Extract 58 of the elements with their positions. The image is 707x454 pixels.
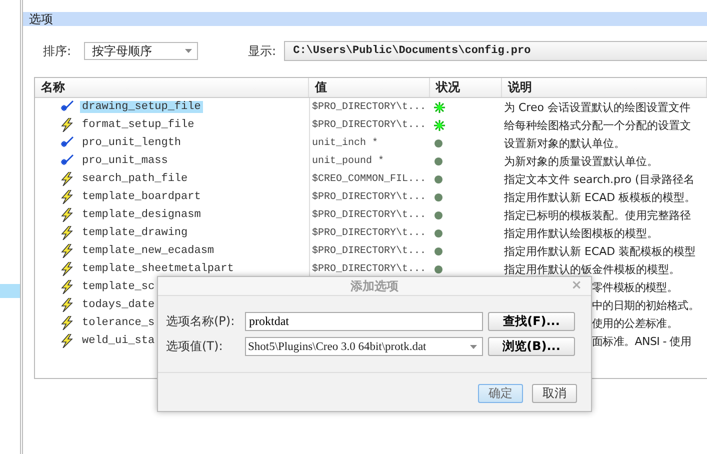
option-description: 使用的公差标准。 <box>592 316 678 330</box>
section-title: 选项 <box>29 12 53 26</box>
option-value: $CREO_COMMON_FIL... <box>309 170 430 188</box>
option-description: 指定用作默认绘图模板的模型。 <box>503 226 659 242</box>
option-name[interactable]: pro_unit_length <box>80 137 184 149</box>
caret-icon <box>185 49 192 53</box>
option-name-field[interactable]: proktdat <box>245 312 483 331</box>
option-description: 指定用作默认的钣金件模板的模型。 <box>503 262 681 278</box>
column-header[interactable]: 状况 <box>430 78 502 97</box>
option-name[interactable]: pro_unit_mass <box>80 155 170 167</box>
option-value-label: 选项值(T): <box>166 338 224 355</box>
option-value: $PRO_DIRECTORY\t... <box>309 98 430 116</box>
option-name[interactable]: todays_date <box>80 299 157 311</box>
option-description: 零件模板的模型。 <box>592 280 678 294</box>
option-name[interactable]: tolerance_s <box>80 317 157 329</box>
option-value: $PRO_DIRECTORY\t... <box>309 224 430 242</box>
option-description: 指定用作默认新 ECAD 板模板的模型。 <box>503 190 697 206</box>
sidebar-selection[interactable] <box>0 284 20 298</box>
option-description: 给每种绘图格式分配一个分配的设置文 <box>503 118 692 134</box>
option-name[interactable]: template_new_ecadasm <box>80 245 216 257</box>
option-description: 为 Creo 会话设置默认的绘图设置文件 <box>503 100 692 116</box>
option-name[interactable]: weld_ui_sta <box>80 335 157 347</box>
option-value: unit_pound * <box>309 152 430 170</box>
option-value: $PRO_DIRECTORY\t... <box>309 206 430 224</box>
option-description: 指定已标明的模板装配。使用完整路径 <box>503 208 692 224</box>
option-name[interactable]: drawing_setup_file <box>80 101 203 113</box>
option-value: $PRO_DIRECTORY\t... <box>309 242 430 260</box>
option-value: unit_inch * <box>309 134 430 152</box>
browse-button[interactable]: 浏览(B)... <box>488 337 575 356</box>
option-value: $PRO_DIRECTORY\t... <box>309 188 430 206</box>
option-description: 指定用作默认新 ECAD 装配模板的模型 <box>503 244 697 260</box>
column-header[interactable]: 值 <box>309 78 430 97</box>
option-name-label: 选项名称(P): <box>166 313 236 330</box>
cancel-button[interactable]: 取消 <box>532 384 577 403</box>
option-description: 设置新对象的默认单位。 <box>503 136 626 152</box>
option-description: 中的日期的初始格式。 <box>592 298 700 312</box>
ok-button[interactable]: 确定 <box>478 384 523 403</box>
option-name[interactable]: template_sheetmetalpart <box>80 263 236 275</box>
show-label: 显示: <box>248 42 276 60</box>
option-description: 面标准。ANSI - 使用 <box>592 334 692 348</box>
sort-label: 排序: <box>43 42 72 60</box>
option-name[interactable]: template_boardpart <box>80 191 203 203</box>
option-name[interactable]: template_sc <box>80 281 157 293</box>
option-name[interactable]: template_drawing <box>80 227 190 239</box>
find-button[interactable]: 查找(F)... <box>488 312 575 331</box>
option-value-dropdown[interactable]: Shot5\Plugins\Creo 3.0 64bit\protk.dat <box>245 337 483 356</box>
column-header[interactable]: 名称 <box>35 78 309 97</box>
dialog-title: 添加选项 <box>350 278 398 294</box>
option-name[interactable]: search_path_file <box>80 173 190 185</box>
caret-icon <box>470 344 477 348</box>
config-path-field[interactable]: C:\Users\Public\Documents\config.pro <box>284 41 707 61</box>
option-description: 为新对象的质量设置默认单位。 <box>503 154 659 170</box>
column-header[interactable]: 说明 <box>502 78 707 97</box>
option-description: 指定文本文件 search.pro (目录路径名 <box>503 172 696 188</box>
option-name[interactable]: format_setup_file <box>80 119 196 131</box>
option-value: $PRO_DIRECTORY\t... <box>309 116 430 134</box>
sort-dropdown[interactable]: 按字母顺序 <box>84 42 198 60</box>
option-name[interactable]: template_designasm <box>80 209 203 221</box>
